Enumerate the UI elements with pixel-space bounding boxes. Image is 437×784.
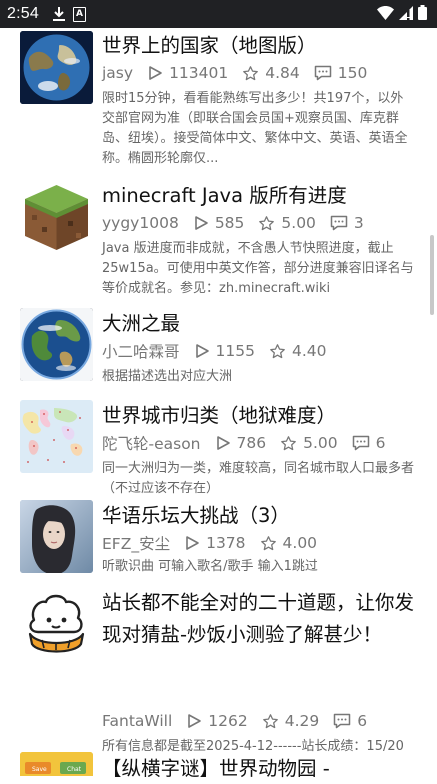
quiz-description: 限时15分钟，看看能熟练写出多少！共197个，以外交部官网为准（即联合国会员国+… [102, 91, 408, 166]
rating-value: 4.29 [284, 712, 320, 730]
list-item[interactable]: 世界城市归类（地狱难度） 陀飞轮-eason 786 5.00 6 同一大洲归为… [0, 398, 437, 498]
comment-icon [330, 215, 348, 231]
wifi-icon [377, 5, 394, 24]
quiz-author[interactable]: EFZ_安尘 [102, 532, 170, 554]
comment-icon [314, 65, 331, 81]
comments-count: 150 [337, 64, 368, 82]
plays-stat: 113401 [147, 64, 228, 82]
list-item[interactable]: Save Chat 【纵横字谜】世界动物园 - [0, 750, 437, 780]
play-icon [216, 436, 230, 450]
status-bar: 2:54 A [0, 0, 437, 28]
comments-count: 6 [357, 712, 368, 730]
rating-value: 4.84 [265, 64, 300, 82]
comments-stat: 6 [352, 434, 386, 452]
comment-icon [352, 435, 369, 451]
quiz-author[interactable]: FantaWill [102, 712, 172, 730]
quiz-author[interactable]: jasy [102, 64, 133, 82]
plays-count: 1155 [215, 342, 255, 360]
plays-count: 786 [236, 434, 267, 452]
quiz-thumbnail: Save Chat [20, 752, 93, 776]
quiz-thumbnail [20, 31, 93, 104]
plays-stat: 1262 [186, 712, 248, 730]
list-item[interactable]: 华语乐坛大挑战（3） EFZ_安尘 1378 4.00 听歌识曲 可输入歌名/歌… [0, 498, 437, 584]
comments-stat: 3 [330, 214, 364, 232]
rating-value: 4.00 [282, 534, 318, 552]
plays-stat: 1378 [184, 534, 246, 552]
quiz-title[interactable]: minecraft Java 版所有进度 [102, 181, 422, 211]
quiz-thumbnail [20, 308, 93, 381]
quiz-thumbnail [20, 500, 93, 573]
play-icon [195, 216, 208, 230]
list-item[interactable]: 站长都不能全对的二十道题，让你发现对猜盐-炒饭小测验了解甚少！ FantaWil… [0, 584, 437, 754]
quiz-author[interactable]: yygy1008 [102, 214, 179, 232]
quiz-title[interactable]: 【纵横字谜】世界动物园 - [102, 754, 422, 784]
thumb-chat-label: Chat [67, 766, 82, 773]
battery-icon [418, 5, 427, 24]
quiz-meta: yygy1008 585 5.00 3 [102, 212, 378, 234]
comments-stat: 150 [314, 64, 368, 82]
quiz-description: 听歌识曲 可输入歌名/歌手 输入1跳过 [102, 559, 318, 574]
star-icon [243, 65, 259, 80]
quiz-meta: jasy 113401 4.84 150 [102, 62, 381, 84]
comments-stat: 6 [333, 712, 367, 730]
rating-stat: 5.00 [280, 434, 338, 452]
play-icon [188, 714, 202, 728]
quiz-meta: 小二哈霖哥 1155 4.40 [102, 340, 340, 362]
quiz-title[interactable]: 大洲之最 [102, 309, 422, 339]
star-icon [259, 215, 275, 230]
star-icon [260, 535, 276, 550]
comments-count: 6 [375, 434, 386, 452]
plays-count: 1262 [208, 712, 248, 730]
thumb-save-label: Save [32, 766, 47, 773]
list-item[interactable]: minecraft Java 版所有进度 yygy1008 585 5.00 3… [0, 178, 437, 306]
quiz-meta: EFZ_安尘 1378 4.00 [102, 532, 331, 554]
rating-value: 5.00 [303, 434, 338, 452]
status-time: 2:54 [7, 5, 39, 22]
star-icon [270, 343, 285, 358]
rating-stat: 4.84 [242, 64, 300, 82]
comment-icon [334, 713, 351, 729]
play-icon [195, 344, 209, 358]
quiz-description: Java 版进度而非成就，不含愚人节快照进度，截止 25w15a。可使用中英文作… [102, 241, 414, 296]
quiz-title[interactable]: 世界城市归类（地狱难度） [102, 401, 422, 431]
plays-stat: 786 [215, 434, 267, 452]
quiz-author[interactable]: 小二哈霖哥 [102, 340, 180, 362]
quiz-thumbnail [20, 181, 93, 254]
quiz-meta: FantaWill 1262 4.29 6 [102, 710, 381, 732]
rating-stat: 4.40 [269, 342, 327, 360]
quiz-meta: 陀飞轮-eason 786 5.00 6 [102, 432, 400, 454]
rating-stat: 5.00 [258, 214, 316, 232]
star-icon [281, 435, 296, 450]
a-notification-icon: A [72, 6, 86, 22]
plays-stat: 1155 [194, 342, 255, 360]
plays-count: 585 [214, 214, 245, 232]
quiz-thumbnail [20, 590, 93, 663]
quiz-description: 根据描述选出对应大洲 [102, 369, 233, 384]
rating-value: 5.00 [281, 214, 316, 232]
comments-count: 3 [353, 214, 364, 232]
plays-count: 113401 [169, 64, 229, 82]
list-item[interactable]: 世界上的国家（地图版） jasy 113401 4.84 150 限时15分钟，… [0, 28, 437, 178]
play-icon [149, 66, 162, 80]
quiz-title[interactable]: 华语乐坛大挑战（3） [102, 501, 422, 531]
signal-icon [399, 5, 413, 24]
quiz-thumbnail [20, 400, 93, 473]
rating-value: 4.40 [291, 342, 327, 360]
star-icon [262, 713, 278, 728]
list-item[interactable]: 大洲之最 小二哈霖哥 1155 4.40 根据描述选出对应大洲 [0, 306, 437, 398]
quiz-title[interactable]: 世界上的国家（地图版） [102, 31, 422, 61]
rating-stat: 4.29 [262, 712, 320, 730]
rating-stat: 4.00 [260, 534, 318, 552]
plays-stat: 585 [193, 214, 245, 232]
scrollbar[interactable] [430, 235, 434, 315]
quiz-description: 同一大洲归为一类，难度较高，同名城市取人口最多者（不过应该不存在） [102, 461, 415, 496]
plays-count: 1378 [206, 534, 246, 552]
quiz-title[interactable]: 站长都不能全对的二十道题，让你发现对猜盐-炒饭小测验了解甚少！ [102, 587, 422, 650]
quiz-author[interactable]: 陀飞轮-eason [102, 432, 201, 454]
download-icon [52, 7, 65, 21]
play-icon [186, 536, 199, 550]
